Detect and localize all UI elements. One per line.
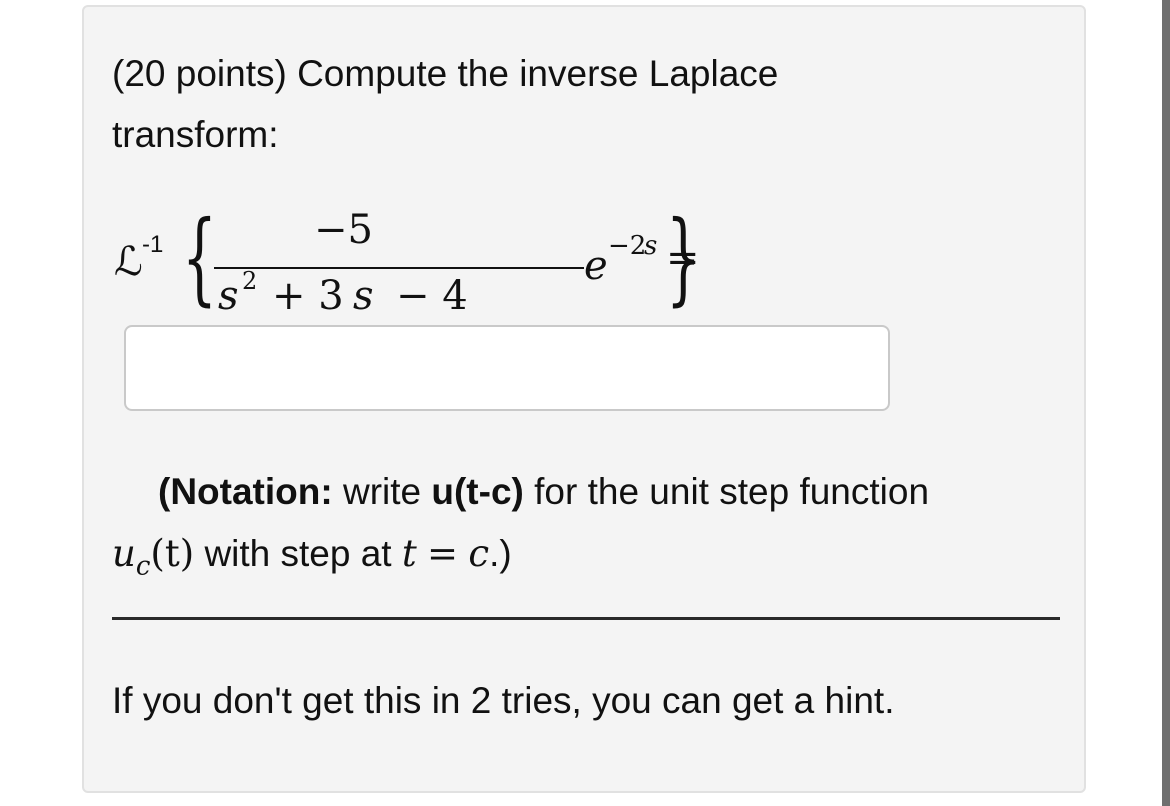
question-card: (20 points) Compute the inverse Laplace …: [82, 5, 1086, 793]
notation-t: t: [401, 532, 417, 575]
question-line-2: transform:: [112, 114, 279, 155]
notation-text-step-at: with step at: [204, 533, 392, 574]
unit-step-symbol: u: [112, 532, 136, 575]
exponent-variable: s: [644, 231, 658, 261]
notation-note: (Notation: write u(t-c) for the unit ste…: [112, 461, 1072, 597]
question-text: (20 points) Compute the inverse Laplace …: [112, 43, 1012, 165]
left-brace: {: [182, 199, 217, 316]
notation-c: c: [468, 532, 490, 575]
equals-sign: =: [666, 235, 700, 281]
laplace-operator-superscript: -1: [142, 231, 164, 258]
denominator-plus-three: + 3: [272, 273, 344, 319]
unit-step-argument: (t): [150, 532, 195, 575]
notation-equals: =: [427, 532, 459, 575]
fraction-numerator: −5: [314, 207, 373, 253]
denominator-s: s: [353, 273, 374, 319]
divider-line: [112, 617, 1060, 620]
fraction-bar: [214, 267, 584, 269]
denominator-minus-four: − 4: [396, 273, 468, 319]
notation-line-2: uc(t) with step at t = c.): [112, 523, 1072, 597]
notation-label: Notation:: [170, 471, 333, 512]
notation-text-write: write: [342, 471, 422, 512]
denominator-exponent: 2: [242, 267, 258, 295]
question-line-1: (20 points) Compute the inverse Laplace: [112, 53, 779, 94]
laplace-operator: ℒ: [114, 239, 143, 285]
notation-code: u(t-c): [431, 471, 524, 512]
notation-text-unit-step: for the unit step function: [534, 471, 930, 512]
exponent-coefficient: −2: [608, 231, 647, 261]
notation-line-1: (Notation: write u(t-c) for the unit ste…: [112, 461, 1072, 523]
window-edge-scrollbar: [1162, 0, 1170, 806]
notation-close: .): [489, 533, 512, 574]
answer-input[interactable]: [124, 325, 890, 411]
notation-open-paren: (: [158, 471, 171, 512]
laplace-formula: ℒ -1 { −5 s 2 + 3 s − 4 e −2 s } =: [114, 199, 714, 327]
hint-text: If you don't get this in 2 tries, you ca…: [112, 680, 895, 721]
denominator-s-squared-base: s: [218, 273, 239, 319]
exponential-base: e: [584, 243, 608, 289]
unit-step-subscript: c: [135, 551, 151, 582]
